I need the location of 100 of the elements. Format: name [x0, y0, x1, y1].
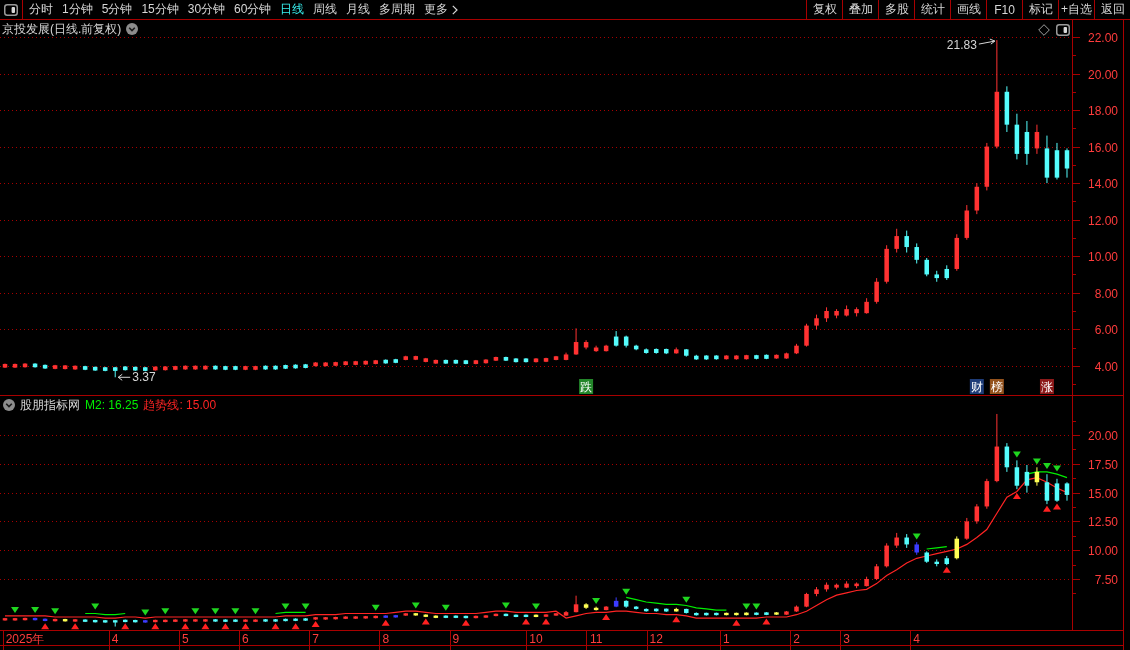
candlestick: [112, 619, 118, 628]
candlestick: [523, 613, 529, 618]
candlestick: [533, 357, 539, 363]
candlestick: [864, 576, 869, 587]
candlestick: [714, 612, 719, 616]
period-tab[interactable]: 月线: [346, 0, 371, 19]
candlestick: [954, 535, 960, 560]
candlestick: [153, 619, 158, 623]
candlestick: [694, 354, 699, 361]
candlestick: [463, 359, 469, 365]
period-tab[interactable]: 15分钟: [141, 0, 179, 19]
candlestick: [804, 592, 809, 608]
period-tab[interactable]: 多周期: [379, 0, 416, 19]
candlestick: [52, 364, 58, 370]
candlestick: [423, 613, 429, 618]
candlestick: [393, 358, 398, 364]
candlestick: [513, 357, 519, 363]
candlestick: [904, 533, 909, 549]
candlestick: [413, 355, 419, 361]
candlestick: [82, 365, 88, 371]
candlestick: [1004, 85, 1010, 133]
candlestick: [934, 558, 939, 567]
candlestick: [964, 517, 970, 541]
candlestick: [844, 580, 849, 589]
down-triangle-icon: [161, 608, 170, 615]
diamond-icon[interactable]: [1038, 24, 1050, 36]
candlestick: [42, 618, 48, 622]
candlestick: [303, 363, 308, 369]
axis-label: 8.00: [1094, 287, 1118, 301]
period-tab[interactable]: 日线: [280, 0, 305, 19]
candlestick: [373, 615, 378, 619]
period-tab[interactable]: 5分钟: [101, 0, 133, 19]
chevron-circle-icon[interactable]: [3, 399, 15, 411]
candlestick: [423, 357, 429, 363]
candlestick: [794, 604, 799, 613]
candlestick: [974, 503, 980, 525]
candlestick: [884, 542, 889, 568]
panel-toggle-icon[interactable]: [1056, 24, 1070, 36]
up-triangle-icon: [41, 623, 50, 630]
axis-label: 1: [723, 632, 730, 646]
candlestick: [824, 306, 829, 323]
up-triangle-icon: [71, 623, 80, 630]
period-tab[interactable]: 更多: [424, 0, 459, 19]
axis-label: 2025年: [5, 632, 45, 646]
candlestick: [173, 365, 178, 371]
candlestick: [403, 355, 408, 361]
candlestick: [163, 619, 168, 623]
period-tab[interactable]: 1分钟: [62, 0, 93, 19]
candlestick: [483, 358, 489, 365]
period-tab[interactable]: 周线: [313, 0, 338, 19]
candlestick: [52, 618, 58, 622]
candlestick: [734, 354, 739, 361]
price-callout: 3.37: [117, 370, 156, 385]
candlestick: [593, 606, 599, 612]
axis-label: 15.00: [1087, 487, 1118, 501]
down-triangle-icon: [211, 608, 220, 615]
candlestick: [824, 581, 829, 593]
period-tab[interactable]: 30分钟: [187, 0, 226, 19]
axis-label: 10.00: [1087, 250, 1118, 264]
candlestick: [123, 619, 128, 623]
down-triangle-icon: [31, 607, 40, 614]
candlestick: [944, 555, 949, 566]
candlestick: [864, 297, 869, 315]
candlestick: [653, 607, 659, 613]
candlestick: [984, 478, 990, 510]
candlestick: [1024, 120, 1030, 166]
panel-toggle-icon[interactable]: [4, 3, 18, 16]
candlestick: [684, 348, 689, 358]
axis-label: 20.00: [1087, 68, 1118, 82]
period-tab[interactable]: 60分钟: [234, 0, 272, 19]
axis-label: 3: [843, 632, 850, 646]
candlestick: [884, 244, 889, 285]
candlestick: [233, 365, 238, 371]
axis-label: 12.50: [1087, 515, 1118, 529]
candlestick: [243, 618, 248, 623]
candlestick: [483, 614, 489, 619]
candlestick: [1044, 135, 1050, 184]
candlestick: [1024, 464, 1030, 494]
candlestick: [343, 615, 348, 620]
chevron-circle-icon[interactable]: [126, 23, 139, 35]
candlestick: [92, 366, 98, 372]
candlestick: [32, 362, 38, 369]
event-tag: 跌: [579, 379, 594, 394]
up-triangle-icon: [522, 618, 530, 625]
axis-label: 17.50: [1087, 458, 1118, 472]
down-triangle-icon: [411, 602, 420, 609]
up-triangle-icon: [542, 618, 550, 625]
candlestick: [503, 356, 509, 362]
candlestick: [553, 612, 559, 617]
down-triangle-icon: [371, 604, 380, 611]
candlestick: [894, 228, 899, 254]
up-triangle-icon: [762, 618, 771, 625]
candlestick: [293, 617, 298, 622]
candlestick: [914, 541, 919, 556]
toolbar-button[interactable]: +自选: [1058, 0, 1094, 19]
candlestick: [42, 364, 48, 370]
period-tab[interactable]: 分时: [29, 0, 53, 19]
down-triangle-icon: [281, 603, 290, 610]
price-callout: 21.83: [946, 38, 996, 53]
candlestick: [62, 364, 68, 370]
